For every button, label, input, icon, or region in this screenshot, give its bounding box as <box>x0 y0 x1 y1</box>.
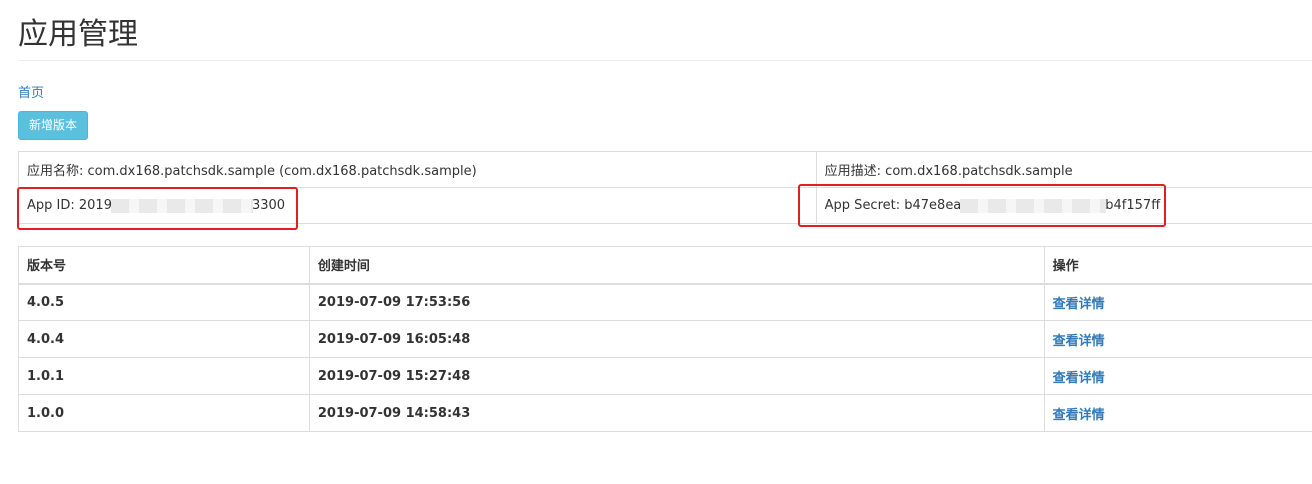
created-cell: 2019-07-09 14:58:43 <box>308 394 1045 432</box>
version-cell: 4.0.4 <box>18 320 310 358</box>
app-name-label: 应用名称: <box>27 164 88 179</box>
table-row: 1.0.1 2019-07-09 15:27:48 查看详情 <box>18 357 1312 395</box>
add-version-button[interactable]: 新增版本 <box>18 111 88 140</box>
app-desc-label: 应用描述: <box>824 164 886 179</box>
app-management-page: 应用管理 首页 新增版本 应用名称: com.dx168.patchsdk.sa… <box>0 0 1312 484</box>
app-secret-highlight-box <box>798 184 1166 227</box>
table-row: 4.0.5 2019-07-09 17:53:56 查看详情 <box>18 283 1312 321</box>
action-cell: 查看详情 <box>1043 283 1312 321</box>
version-table: 版本号 创建时间 操作 4.0.5 2019-07-09 17:53:56 查看… <box>18 246 1312 432</box>
action-cell: 查看详情 <box>1043 394 1312 432</box>
version-cell: 1.0.1 <box>18 357 310 395</box>
column-header-version: 版本号 <box>18 246 310 285</box>
app-name-value: com.dx168.patchsdk.sample (com.dx168.pat… <box>87 164 477 179</box>
app-id-highlight-box <box>17 187 298 230</box>
action-cell: 查看详情 <box>1043 320 1312 358</box>
view-details-link[interactable]: 查看详情 <box>1053 334 1105 349</box>
view-details-link[interactable]: 查看详情 <box>1053 408 1105 423</box>
breadcrumb-home-link[interactable]: 首页 <box>18 82 44 101</box>
column-header-action: 操作 <box>1043 246 1312 285</box>
app-desc-value: com.dx168.patchsdk.sample <box>885 164 1073 179</box>
table-row: 1.0.0 2019-07-09 14:58:43 查看详情 <box>18 394 1312 432</box>
created-cell: 2019-07-09 15:27:48 <box>308 357 1045 395</box>
action-cell: 查看详情 <box>1043 357 1312 395</box>
page-title: 应用管理 <box>18 17 138 52</box>
created-cell: 2019-07-09 16:05:48 <box>308 320 1045 358</box>
version-table-header-row: 版本号 创建时间 操作 <box>18 246 1312 285</box>
view-details-link[interactable]: 查看详情 <box>1053 371 1105 386</box>
app-info-row-name: 应用名称: com.dx168.patchsdk.sample (com.dx1… <box>18 151 1312 188</box>
created-cell: 2019-07-09 17:53:56 <box>308 283 1045 321</box>
app-name-cell: 应用名称: com.dx168.patchsdk.sample (com.dx1… <box>18 151 817 188</box>
page-header: 应用管理 <box>18 16 1312 61</box>
table-row: 4.0.4 2019-07-09 16:05:48 查看详情 <box>18 320 1312 358</box>
version-cell: 1.0.0 <box>18 394 310 432</box>
view-details-link[interactable]: 查看详情 <box>1053 297 1105 312</box>
version-cell: 4.0.5 <box>18 283 310 321</box>
app-desc-cell: 应用描述: com.dx168.patchsdk.sample <box>816 151 1312 188</box>
column-header-created: 创建时间 <box>308 246 1045 285</box>
